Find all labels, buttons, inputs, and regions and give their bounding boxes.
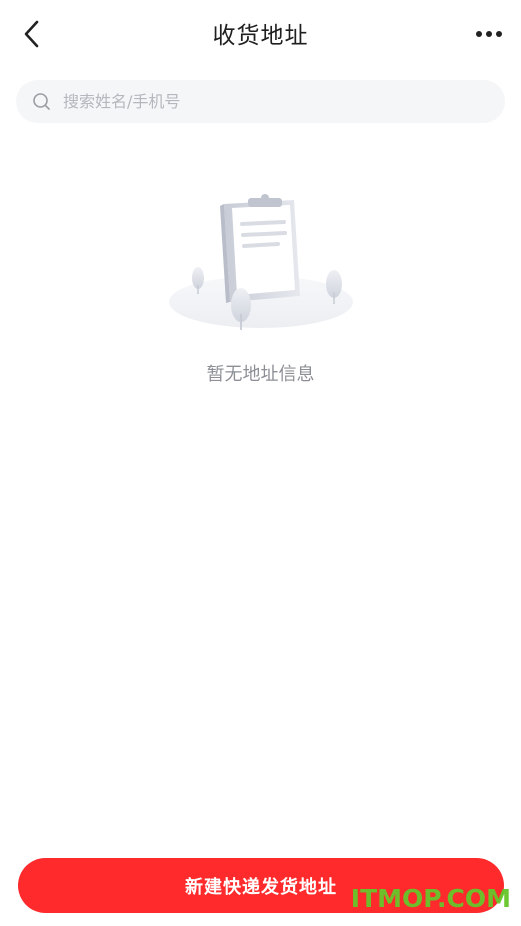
search-input[interactable] xyxy=(61,91,465,112)
search-bar[interactable] xyxy=(16,80,505,123)
top-nav-bar: 收货地址 xyxy=(0,0,521,66)
watermark-logo: ITMOP.COM xyxy=(350,884,511,913)
address-list-page: 收货地址 搜索姓名/手机号 暂无地址信息 新建快递发货地址 ITMOP.COM xyxy=(0,0,521,926)
page-title: 收货地址 xyxy=(212,23,309,49)
more-horizontal-icon xyxy=(476,31,502,37)
more-button[interactable] xyxy=(471,18,507,50)
search-icon xyxy=(33,92,50,110)
empty-state-message: 暂无地址信息 xyxy=(206,364,315,385)
clipboard-empty-illustration xyxy=(166,190,356,335)
